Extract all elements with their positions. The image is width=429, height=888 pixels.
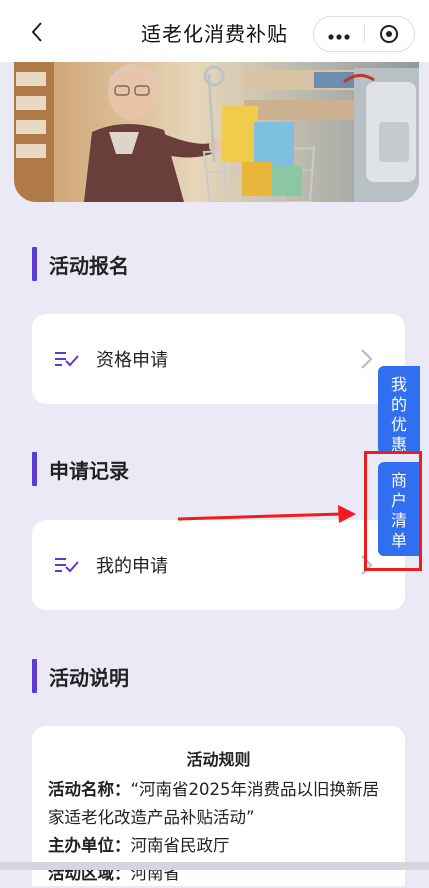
more-icon bbox=[328, 33, 350, 40]
close-button[interactable] bbox=[365, 24, 415, 44]
more-button[interactable] bbox=[314, 25, 364, 44]
annotation-arrow bbox=[177, 505, 356, 523]
mini-program-capsule bbox=[313, 16, 415, 52]
target-close-icon bbox=[380, 25, 399, 43]
navigation-bar: 适老化消费补贴 bbox=[0, 0, 429, 62]
bottom-edge bbox=[0, 862, 429, 870]
